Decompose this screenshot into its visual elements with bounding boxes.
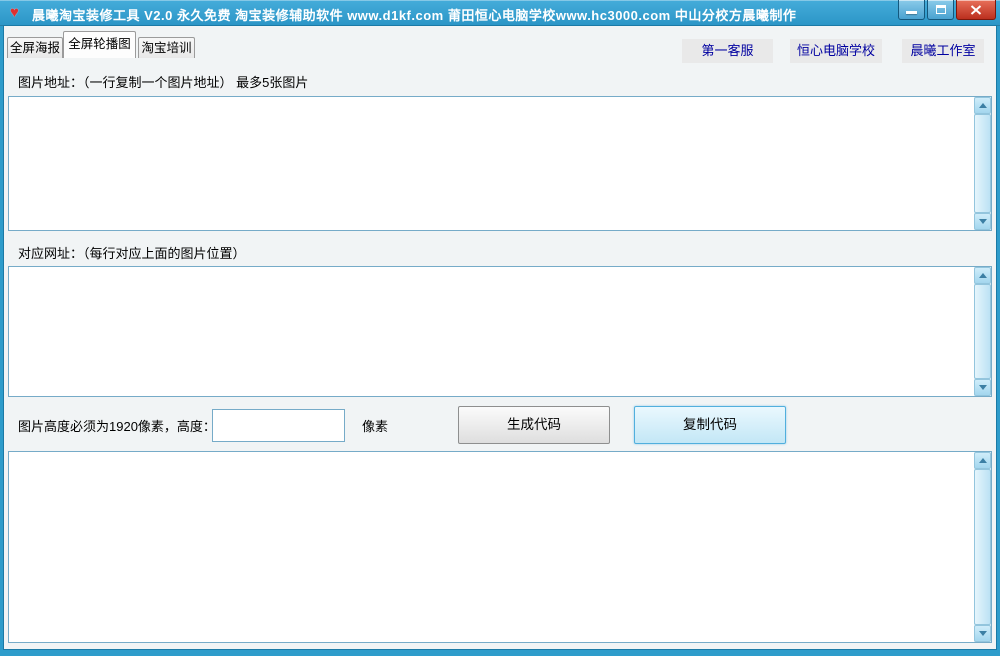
image-urls-label: 图片地址：（一行复制一个图片地址） 最多5张图片 — [18, 72, 308, 91]
scroll-up-button[interactable] — [974, 97, 991, 114]
minimize-icon — [906, 11, 917, 14]
tab-fullscreen-poster[interactable]: 全屏海报 — [7, 37, 63, 58]
triangle-down-icon — [979, 631, 987, 636]
triangle-down-icon — [979, 385, 987, 390]
close-icon — [970, 5, 982, 15]
generated-code-field — [8, 451, 992, 643]
image-height-label: 图片高度必须为1920像素，高度： — [18, 416, 216, 435]
window-title: 晨曦淘宝装修工具 V2.0 永久免费 淘宝装修辅助软件 www.d1kf.com… — [32, 5, 796, 24]
generated-code-textarea[interactable] — [9, 452, 974, 642]
heart-icon: ♥ — [10, 4, 19, 22]
triangle-up-icon — [979, 458, 987, 463]
titlebar: ♥ 晨曦淘宝装修工具 V2.0 永久免费 淘宝装修辅助软件 www.d1kf.c… — [0, 0, 1000, 26]
tab-taobao-training[interactable]: 淘宝培训 — [138, 37, 195, 58]
scrollbar-thumb[interactable] — [974, 284, 991, 379]
maximize-button[interactable] — [927, 0, 954, 20]
app-window: ♥ 晨曦淘宝装修工具 V2.0 永久免费 淘宝装修辅助软件 www.d1kf.c… — [0, 0, 1000, 656]
copy-code-button[interactable]: 复制代码 — [634, 406, 786, 444]
customer-service-button[interactable]: 第一客服 — [682, 39, 773, 63]
image-urls-field — [8, 96, 992, 231]
scrollbar-thumb[interactable] — [974, 114, 991, 213]
minimize-button[interactable] — [898, 0, 925, 20]
tab-fullscreen-carousel[interactable]: 全屏轮播图 — [63, 31, 136, 58]
vertical-scrollbar[interactable] — [974, 452, 991, 642]
triangle-up-icon — [979, 103, 987, 108]
scroll-down-button[interactable] — [974, 213, 991, 230]
link-urls-field — [8, 266, 992, 397]
link-urls-textarea[interactable] — [9, 267, 974, 396]
height-unit-label: 像素 — [362, 416, 388, 435]
image-urls-textarea[interactable] — [9, 97, 974, 230]
maximize-icon — [936, 5, 946, 14]
studio-button[interactable]: 晨曦工作室 — [902, 39, 984, 63]
scroll-up-button[interactable] — [974, 452, 991, 469]
height-input[interactable] — [212, 409, 345, 442]
caption-buttons — [898, 0, 996, 22]
scroll-down-button[interactable] — [974, 625, 991, 642]
computer-school-button[interactable]: 恒心电脑学校 — [790, 39, 882, 63]
client-area: 全屏海报 全屏轮播图 淘宝培训 第一客服 恒心电脑学校 晨曦工作室 图片地址：（… — [4, 26, 996, 649]
generate-code-button[interactable]: 生成代码 — [458, 406, 610, 444]
scroll-up-button[interactable] — [974, 267, 991, 284]
triangle-down-icon — [979, 219, 987, 224]
vertical-scrollbar[interactable] — [974, 267, 991, 396]
scrollbar-thumb[interactable] — [974, 469, 991, 625]
vertical-scrollbar[interactable] — [974, 97, 991, 230]
triangle-up-icon — [979, 273, 987, 278]
close-button[interactable] — [956, 0, 996, 20]
scroll-down-button[interactable] — [974, 379, 991, 396]
link-urls-label: 对应网址：（每行对应上面的图片位置） — [18, 243, 246, 262]
